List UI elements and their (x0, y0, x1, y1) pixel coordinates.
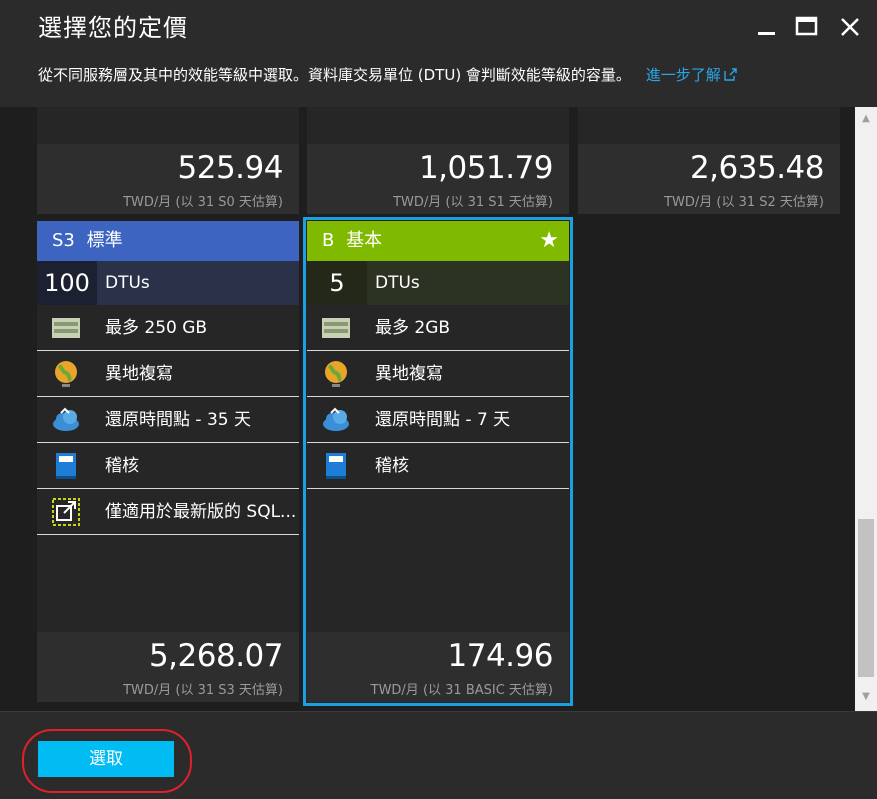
close-icon[interactable] (835, 12, 865, 42)
dtu-value: 100 (37, 261, 97, 305)
learn-more-link[interactable]: 進一步了解 (646, 66, 737, 84)
price-value: 2,635.48 (689, 150, 825, 186)
feature-text: 異地複寫 (105, 364, 173, 384)
pricing-tier-gallery: 525.94 TWD/月 (以 31 S0 天估算) 1,051.79 TWD/… (0, 107, 877, 711)
price-value: 1,051.79 (418, 150, 554, 186)
price-value: 174.96 (447, 638, 554, 674)
price-box: 2,635.48 TWD/月 (以 31 S2 天估算) (578, 144, 840, 214)
feature-latest-sql: 僅適用於最新版的 SQL... (37, 489, 299, 535)
tier-name: 標準 (86, 230, 123, 251)
price-box: 174.96 TWD/月 (以 31 BASIC 天估算) (307, 632, 569, 702)
feature-storage: 最多 250 GB (37, 305, 299, 351)
minimize-icon[interactable] (752, 12, 782, 42)
price-note: TWD/月 (以 31 S0 天估算) (123, 195, 283, 210)
blade-header: 選擇您的定價 從不同服務層及其中的效能等級中選取。資料庫交易單位 (DTU) 會… (0, 0, 877, 107)
dtu-row: 5 DTUs (307, 261, 569, 305)
audit-book-icon (326, 453, 346, 479)
price-box: 5,268.07 TWD/月 (以 31 S3 天估算) (37, 632, 299, 702)
feature-geo-replication: 異地複寫 (37, 351, 299, 397)
price-note: TWD/月 (以 31 S1 天估算) (393, 195, 553, 210)
feature-storage: 最多 2GB (307, 305, 569, 351)
feature-text: 稽核 (375, 456, 409, 476)
dtu-row: 100 DTUs (37, 261, 299, 305)
price-note: TWD/月 (以 31 BASIC 天估算) (370, 683, 553, 698)
tier-code: B (322, 230, 335, 251)
scroll-up-arrow-icon[interactable]: ▲ (860, 113, 872, 125)
price-note: TWD/月 (以 31 S2 天估算) (664, 195, 824, 210)
tier-header: S3 標準 (37, 221, 299, 261)
dtu-label: DTUs (105, 273, 150, 293)
price-box: 525.94 TWD/月 (以 31 S0 天估算) (37, 144, 299, 214)
price-box: 1,051.79 TWD/月 (以 31 S1 天估算) (307, 144, 569, 214)
subtitle-text: 從不同服務層及其中的效能等級中選取。資料庫交易單位 (DTU) 會判斷效能等級的… (38, 66, 631, 84)
globe-icon (325, 361, 347, 387)
tier-card-s0[interactable]: 525.94 TWD/月 (以 31 S0 天估算) (37, 107, 299, 214)
page-title: 選擇您的定價 (38, 14, 188, 42)
feature-geo-replication: 異地複寫 (307, 351, 569, 397)
page-subtitle: 從不同服務層及其中的效能等級中選取。資料庫交易單位 (DTU) 會判斷效能等級的… (38, 64, 737, 85)
price-note: TWD/月 (以 31 S3 天估算) (123, 683, 283, 698)
feature-text: 異地複寫 (375, 364, 443, 384)
learn-more-label: 進一步了解 (645, 66, 721, 84)
tier-card-s3[interactable]: S3 標準 100 DTUs 最多 250 GB 異地複寫 還原時間點 - 35… (37, 221, 299, 702)
feature-point-in-time-restore: 還原時間點 - 7 天 (307, 397, 569, 443)
feature-text: 還原時間點 - 35 天 (105, 410, 251, 430)
price-value: 5,268.07 (148, 638, 284, 674)
feature-text: 還原時間點 - 7 天 (375, 410, 511, 430)
tier-header: B 基本 ★ (307, 221, 569, 261)
maximize-icon[interactable] (792, 12, 822, 42)
globe-icon (55, 361, 77, 387)
external-link-icon (724, 68, 737, 81)
dtu-label: DTUs (375, 273, 420, 293)
vertical-scrollbar[interactable]: ▲ ▼ (855, 107, 877, 711)
cloud-restore-icon (323, 407, 349, 431)
feature-text: 僅適用於最新版的 SQL... (105, 502, 297, 522)
blade-footer: 選取 (0, 711, 877, 799)
external-link-icon (52, 498, 80, 526)
storage-icon (52, 318, 80, 338)
feature-text: 稽核 (105, 456, 139, 476)
scrollbar-thumb[interactable] (858, 519, 874, 677)
feature-point-in-time-restore: 還原時間點 - 35 天 (37, 397, 299, 443)
dtu-value: 5 (307, 261, 367, 305)
tier-card-basic-inner: B 基本 ★ 5 DTUs 最多 2GB 異地複寫 還原時間點 - 7 天 稽核… (307, 221, 569, 702)
audit-book-icon (56, 453, 76, 479)
tier-code: S3 (52, 230, 75, 251)
scroll-down-arrow-icon[interactable]: ▼ (860, 691, 872, 703)
tier-card-basic[interactable]: B 基本 ★ 5 DTUs 最多 2GB 異地複寫 還原時間點 - 7 天 稽核… (303, 217, 573, 706)
feature-text: 最多 250 GB (105, 318, 208, 338)
price-value: 525.94 (177, 150, 284, 186)
feature-auditing: 稽核 (37, 443, 299, 489)
tier-name: 基本 (346, 230, 383, 251)
storage-icon (322, 318, 350, 338)
tier-card-s1[interactable]: 1,051.79 TWD/月 (以 31 S1 天估算) (307, 107, 569, 214)
cloud-restore-icon (53, 407, 79, 431)
feature-auditing: 稽核 (307, 443, 569, 489)
tier-card-s2[interactable]: 2,635.48 TWD/月 (以 31 S2 天估算) (578, 107, 840, 214)
select-button[interactable]: 選取 (38, 741, 174, 777)
feature-text: 最多 2GB (375, 318, 451, 338)
recommended-star-icon: ★ (539, 228, 559, 253)
